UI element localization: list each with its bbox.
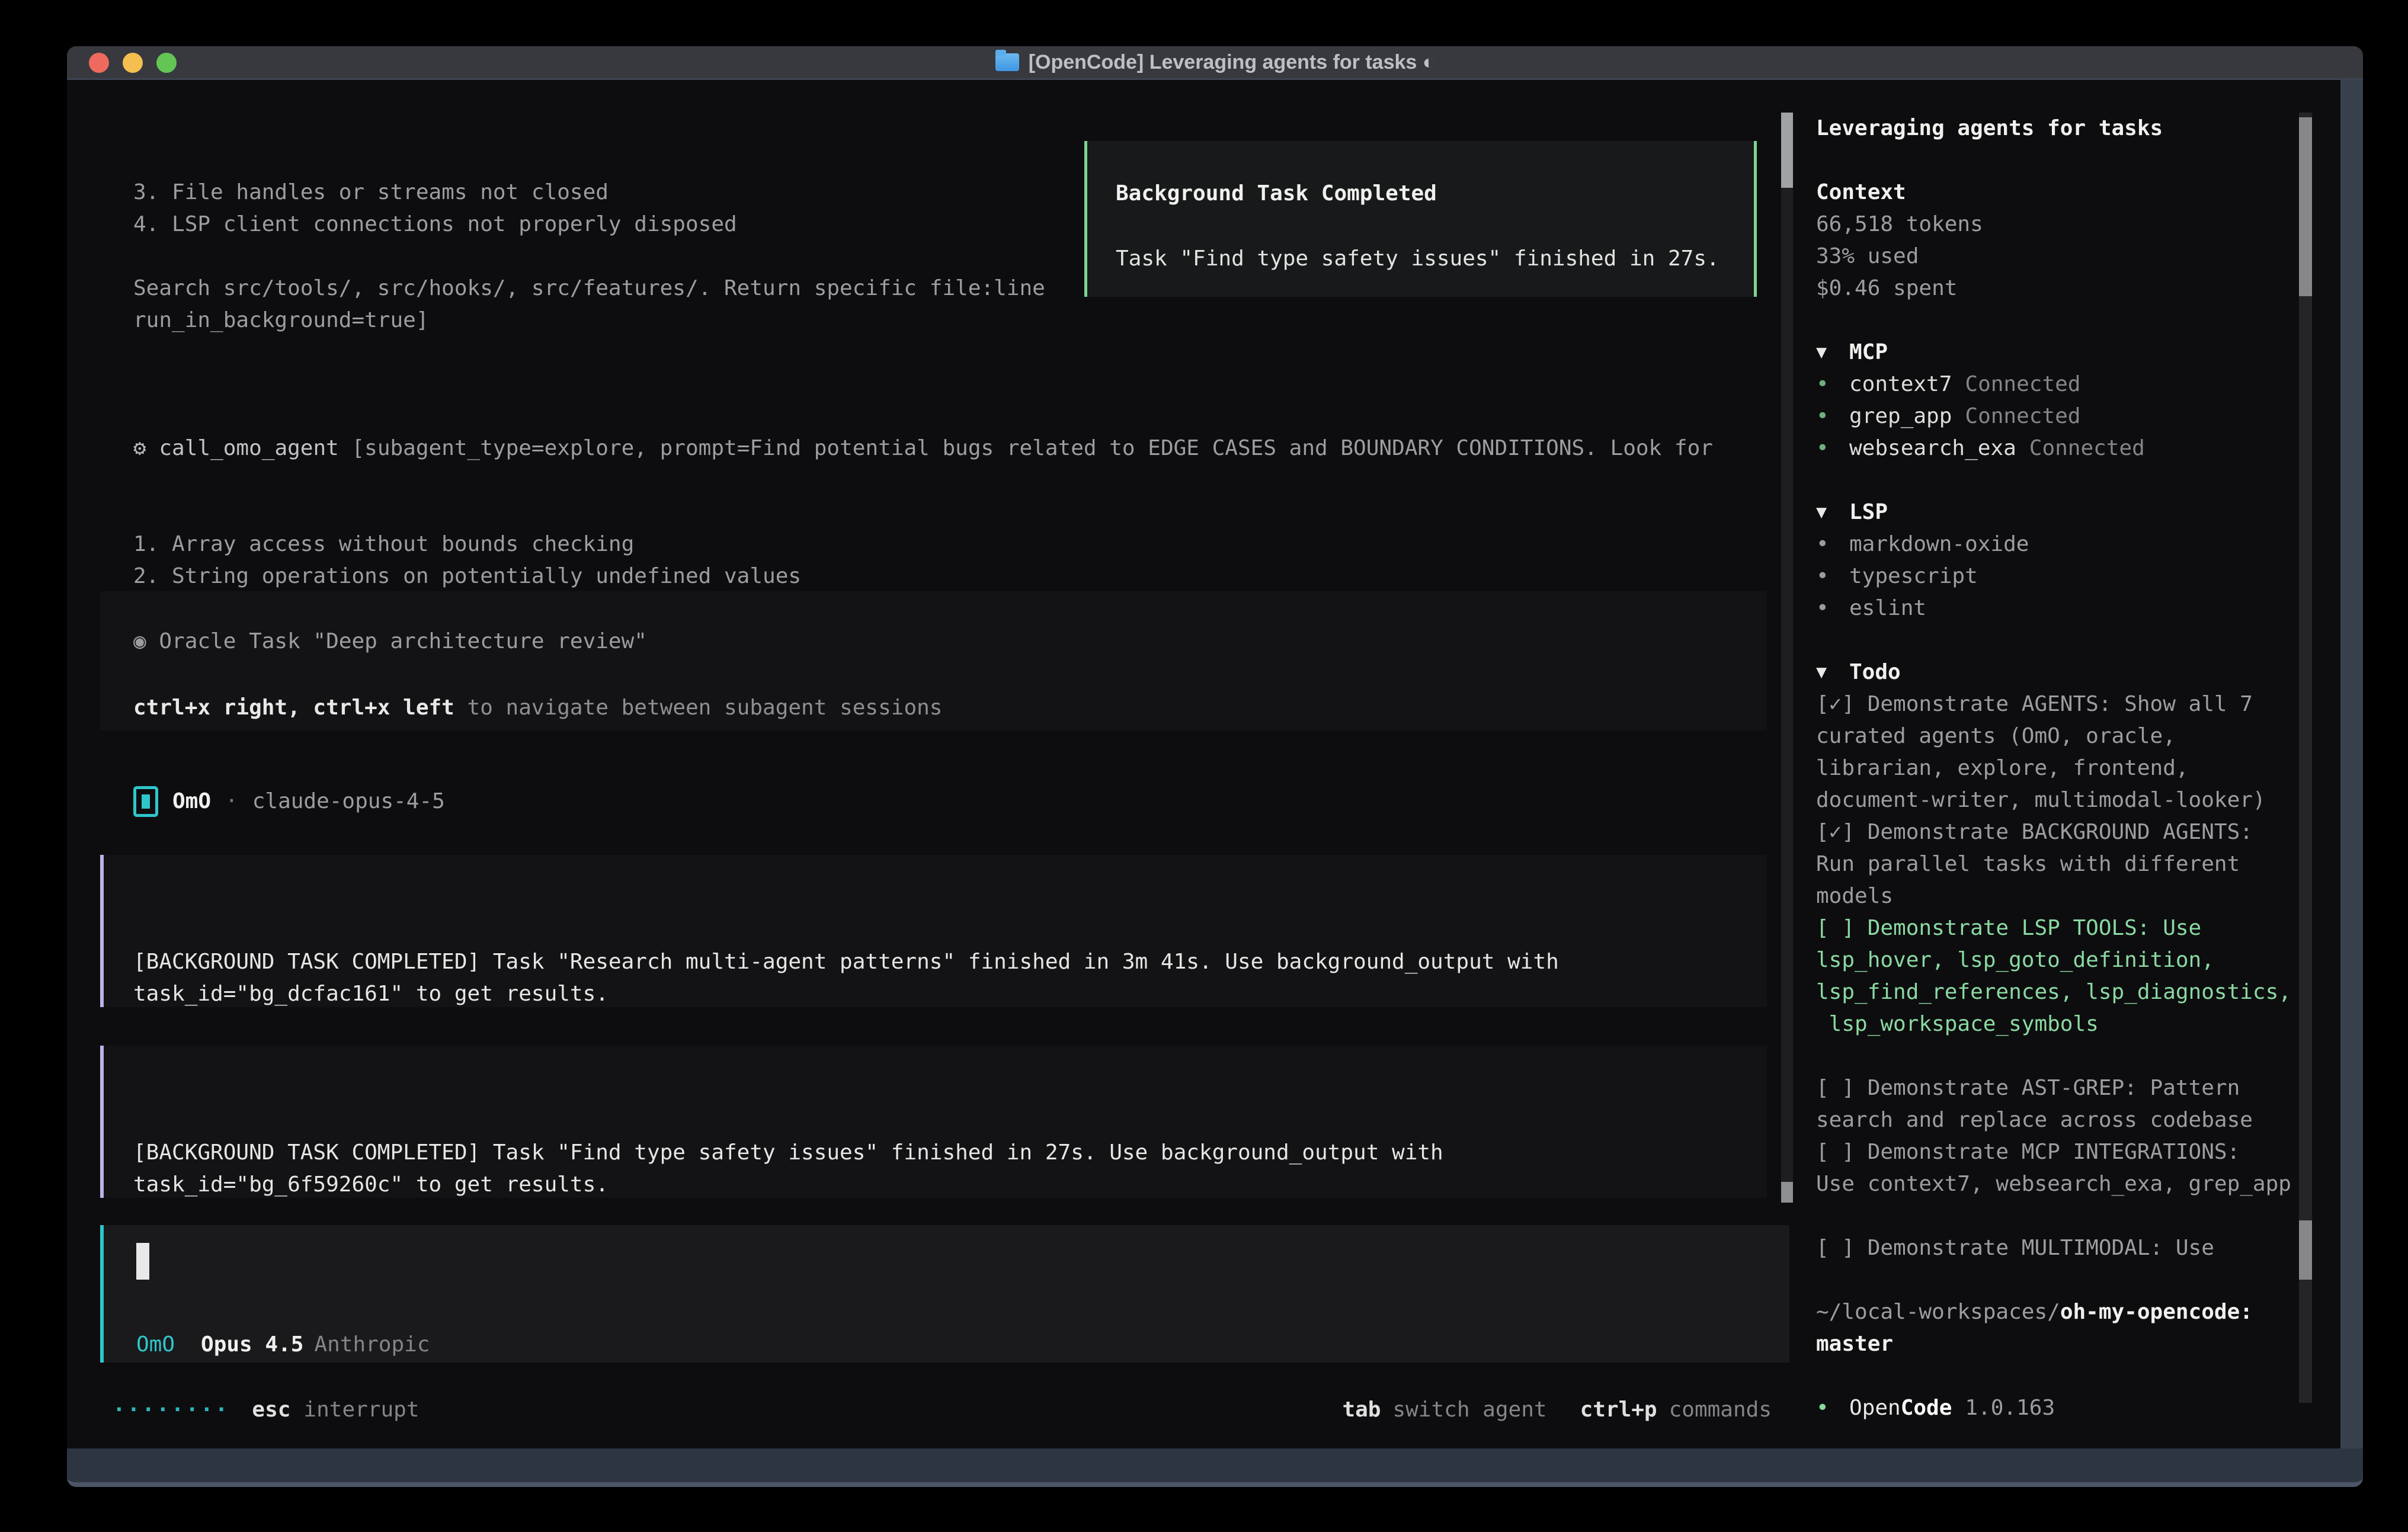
- session-title: Leveraging agents for tasks: [1816, 113, 2308, 145]
- todo-done-items: [✓] Demonstrate AGENTS: Show all 7 curat…: [1816, 688, 2308, 912]
- terminal-window: [OpenCode] Leveraging agents for tasks ◐…: [67, 46, 2363, 1487]
- todo-pending-items: [ ] Demonstrate AST-GREP: Pattern search…: [1816, 1072, 2308, 1200]
- window-bottom-edge: [67, 1448, 2363, 1487]
- lsp-name: typescript: [1849, 560, 1978, 592]
- main-scrollbar-thumb-top[interactable]: [1781, 113, 1793, 188]
- model-line: OmO Opus 4.5 Anthropic: [136, 1329, 430, 1361]
- workspace-path: ~/local-workspaces/oh-my-opencode:: [1816, 1296, 2308, 1328]
- agent-header: OmO · claude-opus-4-5: [133, 786, 445, 818]
- subagent-nav-hint: ctrl+x right, ctrl+x left to navigate be…: [133, 692, 1767, 724]
- lsp-section-heading[interactable]: ▼ LSP: [1816, 496, 2308, 528]
- mcp-item-context7: • context7 Connected: [1816, 368, 2308, 400]
- context-heading: Context: [1816, 177, 2308, 209]
- input-provider-label: Anthropic: [314, 1329, 430, 1361]
- status-right-hints: tab switch agent ctrl+p commands: [1342, 1394, 1772, 1426]
- mcp-label: MCP: [1849, 336, 1888, 368]
- lsp-name: markdown-oxide: [1849, 528, 2029, 560]
- session-sidebar: Leveraging agents for tasks Context 66,5…: [1816, 113, 2308, 1424]
- agent-separator: ·: [225, 786, 238, 818]
- gear-icon: ⚙: [133, 436, 146, 460]
- switch-agent-hint: tab switch agent: [1342, 1394, 1546, 1426]
- context-stats: 66,518 tokens 33% used $0.46 spent: [1816, 209, 2308, 305]
- git-branch: master: [1816, 1328, 2308, 1360]
- toast-body: Task "Find type safety issues" finished …: [1116, 243, 1754, 275]
- window-right-edge: [2340, 80, 2363, 1448]
- toast-title: Background Task Completed: [1116, 178, 1754, 210]
- opencode-version-number: 1.0.163: [1965, 1392, 2055, 1424]
- main-scrollbar-thumb-bottom[interactable]: [1781, 1182, 1793, 1203]
- tool-call-line: ⚙ call_omo_agent [subagent_type=explore,…: [133, 432, 1792, 464]
- tool-call-args: [subagent_type=explore, prompt=Find pote…: [339, 436, 1713, 460]
- message-lines: [BACKGROUND TASK COMPLETED] Task "Find t…: [133, 1137, 1767, 1201]
- agent-model: claude-opus-4-5: [252, 786, 445, 818]
- lsp-item-typescript: • typescript: [1816, 560, 2308, 592]
- prompt-input[interactable]: OmO Opus 4.5 Anthropic: [100, 1225, 1789, 1363]
- commands-hint: ctrl+p commands: [1580, 1394, 1772, 1426]
- mcp-status: Connected: [2029, 432, 2145, 464]
- nav-hint-text: to navigate between subagent sessions: [454, 696, 943, 720]
- mcp-section-heading[interactable]: ▼ MCP: [1816, 336, 2308, 368]
- lsp-name: eslint: [1849, 592, 1926, 624]
- chevron-down-icon: ▼: [1816, 336, 1849, 368]
- interrupt-label: interrupt: [303, 1394, 419, 1426]
- workspace-path-name: oh-my-opencode:: [2060, 1300, 2253, 1324]
- window-title: [OpenCode] Leveraging agents for tasks ◐: [1029, 51, 1435, 74]
- tab-key-hint: tab: [1342, 1394, 1381, 1426]
- input-model-label: Opus 4.5: [201, 1329, 303, 1361]
- todo-pending-multimodal: [ ] Demonstrate MULTIMODAL: Use: [1816, 1232, 2308, 1264]
- oracle-task-label: ◉ Oracle Task "Deep architecture review": [133, 626, 1767, 658]
- mcp-item-grep-app: • grep_app Connected: [1816, 400, 2308, 432]
- todo-label: Todo: [1849, 656, 1901, 688]
- bullet-icon: •: [1816, 368, 1849, 400]
- ctrlp-key-hint: ctrl+p: [1580, 1394, 1657, 1426]
- queued-message-1: [BACKGROUND TASK COMPLETED] Task "Resear…: [100, 855, 1767, 1007]
- mcp-name: grep_app: [1849, 400, 1952, 432]
- workspace-path-prefix: ~/local-workspaces/: [1816, 1300, 2060, 1324]
- chevron-down-icon: ▼: [1816, 496, 1849, 528]
- oracle-task-box: ◉ Oracle Task "Deep architecture review"…: [100, 591, 1767, 730]
- bullet-icon: •: [1816, 400, 1849, 432]
- interrupt-hint: esc interrupt: [252, 1394, 419, 1426]
- esc-key-hint: esc: [252, 1394, 290, 1426]
- lsp-item-eslint: • eslint: [1816, 592, 2308, 624]
- text-cursor: [136, 1243, 149, 1280]
- lsp-label: LSP: [1849, 496, 1888, 528]
- bullet-icon: •: [1816, 432, 1849, 464]
- chevron-down-icon: ▼: [1816, 656, 1849, 688]
- queued-message-2: [BACKGROUND TASK COMPLETED] Task "Find t…: [100, 1046, 1767, 1198]
- opencode-version-line: • OpenCode 1.0.163: [1816, 1392, 2308, 1424]
- title-bar[interactable]: [OpenCode] Leveraging agents for tasks ◐: [67, 46, 2363, 80]
- bullet-icon: •: [1816, 592, 1849, 624]
- input-agent-label: OmO: [136, 1329, 175, 1361]
- mcp-name: websearch_exa: [1849, 432, 2016, 464]
- lsp-item-markdown-oxide: • markdown-oxide: [1816, 528, 2308, 560]
- message-lines: [BACKGROUND TASK COMPLETED] Task "Resear…: [133, 946, 1767, 1010]
- todo-active-item: [ ] Demonstrate LSP TOOLS: Use lsp_hover…: [1816, 912, 2308, 1040]
- agent-name: OmO: [172, 786, 211, 818]
- agent-icon: [133, 786, 158, 817]
- main-scrollbar-track[interactable]: [1781, 113, 1793, 1203]
- nav-hint-keys: ctrl+x right, ctrl+x left: [133, 696, 454, 720]
- mcp-status: Connected: [1965, 368, 2080, 400]
- switch-agent-label: switch agent: [1392, 1394, 1546, 1426]
- mcp-item-websearch-exa: • websearch_exa Connected: [1816, 432, 2308, 464]
- commands-label: commands: [1669, 1394, 1772, 1426]
- bullet-icon: •: [1816, 1392, 1849, 1424]
- bullet-icon: •: [1816, 528, 1849, 560]
- opencode-name: OpenCode: [1849, 1392, 1952, 1424]
- todo-section-heading[interactable]: ▼ Todo: [1816, 656, 2308, 688]
- tool-call-name: call_omo_agent: [159, 436, 338, 460]
- bullet-icon: •: [1816, 560, 1849, 592]
- status-bar: ········ esc interrupt tab switch agent …: [113, 1394, 1772, 1426]
- folder-icon: [995, 53, 1019, 71]
- mcp-name: context7: [1849, 368, 1952, 400]
- mcp-status: Connected: [1965, 400, 2080, 432]
- background-task-toast: Background Task Completed Task "Find typ…: [1084, 141, 1757, 297]
- spinner-dots: ········: [113, 1394, 229, 1426]
